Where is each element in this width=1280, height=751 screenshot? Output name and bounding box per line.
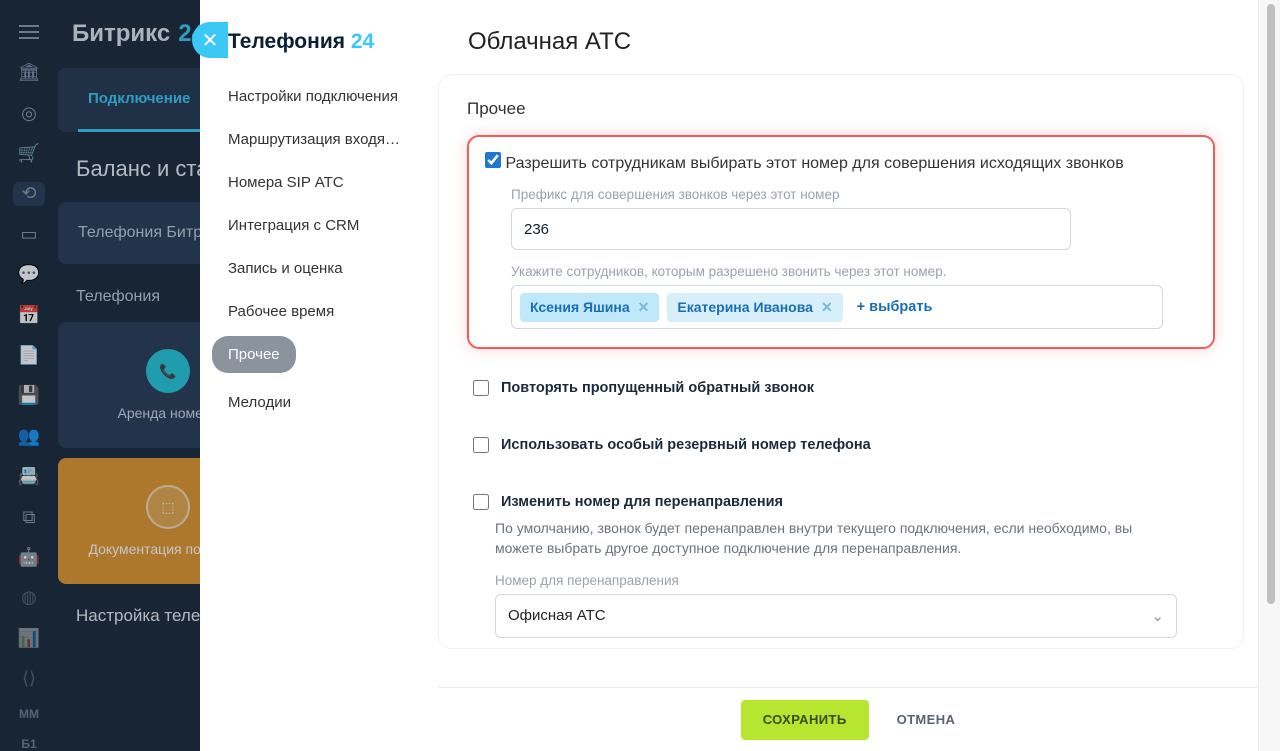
chevron-down-icon: ⌄ (1151, 607, 1164, 625)
close-icon: ✕ (202, 28, 219, 53)
prefix-label: Префикс для совершения звонков через это… (511, 187, 1197, 202)
card-title: Прочее (467, 99, 1215, 119)
prefix-input[interactable] (511, 208, 1071, 250)
allow-outgoing-label: Разрешить сотрудникам выбирать этот номе… (505, 155, 1123, 172)
slide-panel: Телефония 24 Настройки подключения Маршр… (200, 0, 1280, 751)
nav-other[interactable]: Прочее (212, 336, 296, 373)
nav-incoming-routing[interactable]: Маршрутизация входящ… (212, 121, 426, 158)
change-redirect-checkbox[interactable] (473, 494, 489, 510)
use-reserve-label: Использовать особый резервный номер теле… (501, 437, 871, 453)
nav-working-hours[interactable]: Рабочее время (212, 293, 426, 330)
content-header: Облачная АТС (438, 0, 1258, 74)
panel-footer: СОХРАНИТЬ ОТМЕНА (438, 687, 1258, 751)
nav-melodies[interactable]: Мелодии (212, 384, 426, 421)
redirect-select-value: Офисная АТС (508, 607, 606, 624)
employees-field[interactable]: Ксения Яшина ✕ Екатерина Иванова ✕ + выб… (511, 285, 1163, 329)
close-panel-button[interactable]: ✕ (192, 22, 228, 58)
content-area: Облачная АТС Прочее Разрешить сотрудника… (438, 0, 1280, 751)
use-reserve-checkbox[interactable] (473, 437, 489, 453)
nav-crm-integration[interactable]: Интеграция с CRM (212, 207, 426, 244)
chip-remove-icon[interactable]: ✕ (638, 299, 650, 316)
allow-outgoing-input[interactable] (485, 152, 501, 168)
employee-chip: Екатерина Иванова ✕ (667, 293, 842, 322)
add-employee-button[interactable]: + выбрать (851, 299, 939, 315)
side-title-b: 24 (351, 30, 374, 53)
overlay-spacer: ✕ (0, 0, 200, 751)
settings-card: Прочее Разрешить сотрудникам выбирать эт… (438, 74, 1244, 649)
nav-recording[interactable]: Запись и оценка (212, 250, 426, 287)
employees-label: Укажите сотрудников, которым разрешено з… (511, 264, 1197, 279)
side-title-a: Телефония (228, 30, 345, 53)
side-nav-title: Телефония 24 (200, 24, 438, 74)
chip-remove-icon[interactable]: ✕ (821, 299, 833, 316)
chip-label: Екатерина Иванова (677, 299, 813, 315)
repeat-missed-label: Повторять пропущенный обратный звонок (501, 380, 814, 396)
redirect-select[interactable]: Офисная АТС ⌄ (495, 594, 1177, 638)
nav-sip-numbers[interactable]: Номера SIP АТС (212, 164, 426, 201)
redirect-number-label: Номер для перенаправления (495, 573, 1215, 588)
redirect-description: По умолчанию, звонок будет перенаправлен… (495, 518, 1175, 559)
employee-chip: Ксения Яшина ✕ (520, 293, 659, 322)
scrollbar-track[interactable] (1258, 0, 1280, 751)
side-nav: Телефония 24 Настройки подключения Маршр… (200, 0, 438, 751)
save-button[interactable]: СОХРАНИТЬ (741, 700, 869, 740)
allow-outgoing-checkbox[interactable]: Разрешить сотрудникам выбирать этот номе… (485, 155, 1124, 172)
cancel-button[interactable]: ОТМЕНА (897, 712, 956, 727)
highlighted-section: Разрешить сотрудникам выбирать этот номе… (467, 135, 1215, 349)
repeat-missed-checkbox[interactable] (473, 380, 489, 396)
change-redirect-label: Изменить номер для перенаправления (501, 494, 783, 510)
scrollbar-thumb[interactable] (1267, 4, 1275, 604)
nav-connection-settings[interactable]: Настройки подключения (212, 78, 426, 115)
slide-over-overlay: ✕ Телефония 24 Настройки подключения Мар… (0, 0, 1280, 751)
chip-label: Ксения Яшина (530, 299, 630, 315)
